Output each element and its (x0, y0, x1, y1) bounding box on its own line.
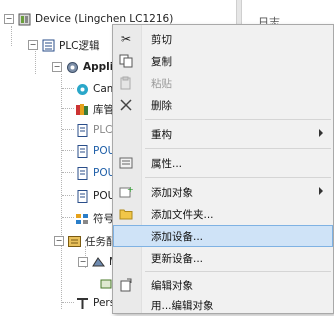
collapse-icon[interactable]: − (78, 257, 88, 267)
collapse-icon[interactable]: − (4, 14, 14, 24)
menu-item-label: 属性... (151, 158, 183, 170)
menu-separator (145, 119, 331, 120)
menu-item-properties[interactable]: 属性... (113, 152, 333, 174)
menu-item-label: 用...编辑对象 (151, 300, 214, 312)
pou-icon (76, 144, 89, 158)
menu-item-label: 更新设备... (151, 253, 204, 265)
plc-logic-label: PLC逻辑 (59, 39, 100, 52)
application-gear-icon (66, 61, 79, 74)
library-icon (76, 103, 89, 116)
task-config-icon (68, 235, 81, 248)
copy-icon (119, 54, 133, 68)
menu-item-add-folder[interactable]: 添加文件夹... (113, 203, 333, 225)
collapse-icon[interactable]: − (52, 62, 62, 72)
symbol-config-icon (76, 212, 89, 225)
menu-item-delete[interactable]: 删除 (113, 94, 333, 116)
tree-item-task-config[interactable]: − 任务配 (54, 232, 117, 250)
folder-icon (119, 207, 133, 221)
menu-item-add-device[interactable]: 添加设备... (113, 225, 333, 247)
submenu-arrow-icon (319, 187, 323, 195)
device-icon (18, 13, 31, 26)
menu-item-label: 添加设备... (151, 231, 204, 243)
collapse-icon[interactable]: − (28, 40, 38, 50)
menu-item-label: 添加对象 (151, 187, 193, 199)
pou-icon (76, 166, 89, 180)
menu-item-paste[interactable]: 粘贴 (113, 72, 333, 94)
menu-item-add-object[interactable]: + 添加对象 (113, 181, 333, 203)
submenu-arrow-icon (319, 129, 323, 137)
add-object-icon: + (119, 185, 134, 199)
plc-logic-icon (42, 39, 55, 52)
menu-item-edit-object[interactable]: 编辑对象 (113, 274, 333, 296)
tree-item-plc-logic[interactable]: − PLC逻辑 (28, 36, 100, 54)
context-menu: ✂ 剪切 复制 粘贴 删除 重构 属性... + 添加对象 添加文件夹... 添… (112, 24, 334, 314)
pou-icon (76, 189, 89, 203)
menu-item-cut[interactable]: ✂ 剪切 (113, 28, 333, 50)
svg-text:+: + (127, 185, 133, 194)
menu-item-label: 复制 (151, 56, 172, 68)
scissors-icon: ✂ (120, 32, 132, 46)
menu-item-refactor[interactable]: 重构 (113, 123, 333, 145)
menu-item-edit-object-with[interactable]: 用...编辑对象 (113, 294, 333, 316)
pou-icon (76, 123, 89, 137)
menu-separator (145, 177, 331, 178)
edit-object-icon (119, 278, 133, 292)
delete-icon (119, 98, 133, 112)
collapse-icon[interactable]: − (54, 236, 64, 246)
menu-item-label: 编辑对象 (151, 280, 193, 292)
menu-item-label: 删除 (151, 100, 172, 112)
menu-separator (145, 148, 331, 149)
menu-item-label: 添加文件夹... (151, 209, 214, 221)
menu-separator (145, 271, 331, 272)
properties-icon (119, 156, 133, 170)
menu-item-label: 剪切 (151, 34, 172, 46)
paste-icon (119, 76, 133, 90)
persistent-vars-icon (76, 297, 89, 310)
cam-icon (76, 83, 89, 96)
menu-item-update-device[interactable]: 更新设备... (113, 247, 333, 269)
task-icon (92, 256, 105, 269)
menu-item-label: 粘贴 (151, 78, 172, 90)
menu-item-label: 重构 (151, 129, 172, 141)
menu-item-copy[interactable]: 复制 (113, 50, 333, 72)
